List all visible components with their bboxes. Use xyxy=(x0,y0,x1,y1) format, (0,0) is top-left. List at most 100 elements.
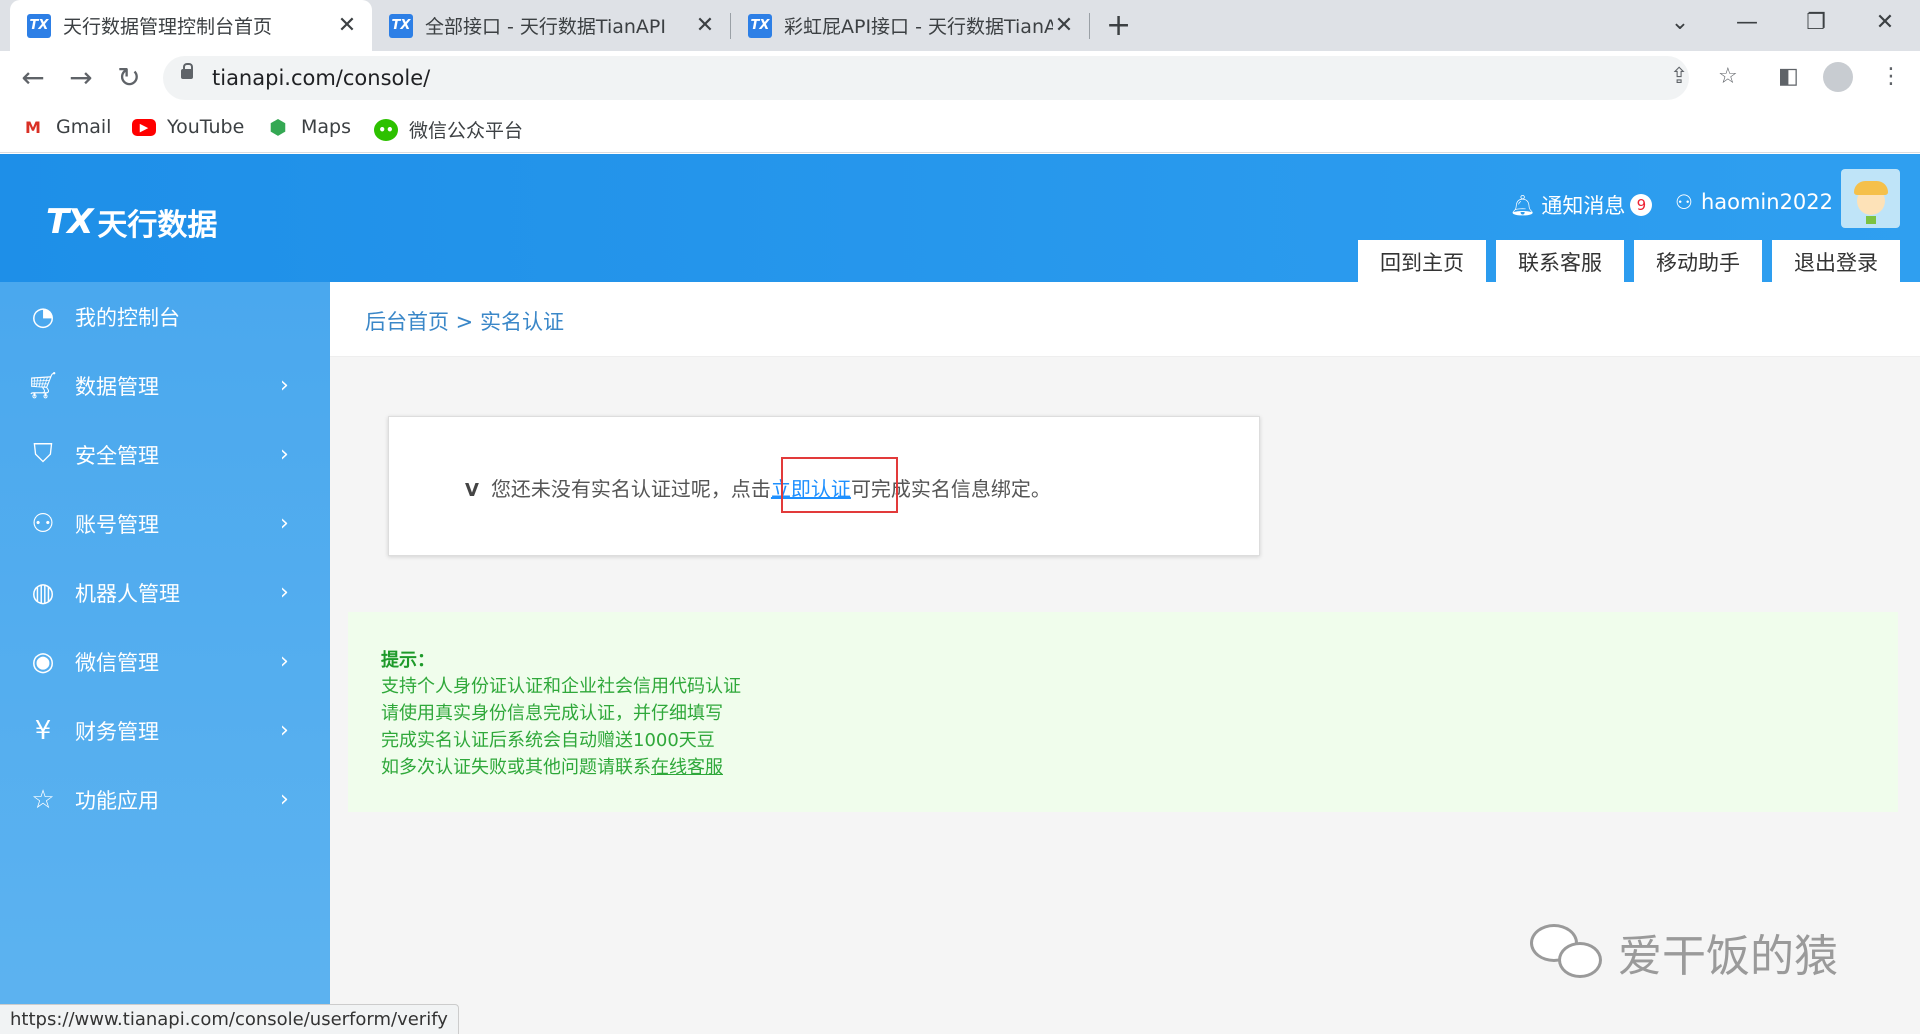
bookmark-gmail[interactable]: M Gmail xyxy=(21,116,111,138)
sidebar-item-label: 财务管理 xyxy=(75,719,159,744)
tianapi-favicon-icon: TX xyxy=(27,13,51,38)
omnibox[interactable]: tianapi.com/console/ xyxy=(163,56,1689,100)
close-window-icon[interactable]: ✕ xyxy=(1870,10,1900,35)
share-icon[interactable]: ⇪ xyxy=(1670,64,1688,89)
sidebar-item-label: 机器人管理 xyxy=(75,581,180,606)
chevron-right-icon: › xyxy=(280,787,289,812)
user-menu[interactable]: ⚇ haomin2022 xyxy=(1675,190,1833,214)
check-mark-icon: V xyxy=(465,480,479,501)
chevron-right-icon: › xyxy=(280,580,289,605)
earth-icon: ◉ xyxy=(31,646,55,677)
chevron-right-icon: › xyxy=(280,373,289,398)
lock-icon[interactable] xyxy=(181,63,193,83)
user-avatar[interactable] xyxy=(1841,169,1900,228)
contact-support-button[interactable]: 联系客服 xyxy=(1496,240,1624,284)
sidebar-item-label: 功能应用 xyxy=(75,788,159,813)
bookmark-label: Gmail xyxy=(56,116,112,138)
close-tab-icon[interactable]: ✕ xyxy=(1053,13,1075,38)
breadcrumb[interactable]: 后台首页 > 实名认证 xyxy=(365,306,564,336)
shield-icon: ⛉ xyxy=(33,439,53,469)
star-icon: ☆ xyxy=(31,784,55,815)
sidebar: ◔ 我的控制台 🛒︎ 数据管理 › ⛉ 安全管理 › ⚇ 账号管理 › ◍ 机器… xyxy=(0,282,330,1034)
sidebar-item-label: 微信管理 xyxy=(75,650,159,675)
menu-kebab-icon[interactable]: ⋮ xyxy=(1880,64,1902,89)
bookmark-maps[interactable]: ⬢ Maps xyxy=(266,115,351,139)
browser-tab-strip: TX 天行数据管理控制台首页 ✕ TX 全部接口 - 天行数据TianAPI ✕… xyxy=(0,0,1920,51)
notifications-label: 通知消息 xyxy=(1541,194,1626,218)
bookmark-label: Maps xyxy=(301,116,351,138)
tab-divider xyxy=(1089,13,1090,39)
sidebar-item-console[interactable]: ◔ 我的控制台 xyxy=(0,282,330,351)
tip-line-prefix: 如多次认证失败或其他问题请联系 xyxy=(381,757,651,778)
globe-icon: ◍ xyxy=(31,577,55,608)
sidebar-item-label: 账号管理 xyxy=(75,512,159,537)
chevron-right-icon: › xyxy=(280,718,289,743)
user-icon: ⚇ xyxy=(1675,190,1693,214)
bookmark-youtube[interactable]: ▶ YouTube xyxy=(132,116,244,138)
tip-line: 支持个人身份证认证和企业社会信用代码认证 xyxy=(381,676,741,697)
maps-icon: ⬢ xyxy=(269,115,287,139)
bookmark-star-icon[interactable]: ☆ xyxy=(1718,64,1738,89)
sidebar-item-security[interactable]: ⛉ 安全管理 › xyxy=(0,420,330,489)
sidebar-item-label: 我的控制台 xyxy=(75,305,180,330)
tab-console-home[interactable]: TX 天行数据管理控制台首页 ✕ xyxy=(10,0,372,51)
close-tab-icon[interactable]: ✕ xyxy=(694,13,716,38)
bell-icon: 🔔︎ xyxy=(1510,193,1536,217)
logo-mark: TX xyxy=(46,202,93,242)
chevron-right-icon: › xyxy=(280,442,289,467)
chevron-right-icon: › xyxy=(280,511,289,536)
logo-text: 天行数据 xyxy=(97,208,218,243)
bookmark-label: 微信公众平台 xyxy=(409,120,524,142)
url-text[interactable]: tianapi.com/console/ xyxy=(212,66,430,90)
tip-line: 如多次认证失败或其他问题请联系在线客服 xyxy=(381,753,723,779)
reload-icon[interactable]: ↻ xyxy=(112,61,146,94)
logout-button[interactable]: 退出登录 xyxy=(1772,240,1900,284)
forward-icon[interactable]: → xyxy=(64,61,98,94)
sidebar-item-account[interactable]: ⚇ 账号管理 › xyxy=(0,489,330,558)
online-support-link[interactable]: 在线客服 xyxy=(651,757,723,778)
tianapi-favicon-icon: TX xyxy=(748,13,772,38)
minimize-icon[interactable]: — xyxy=(1732,10,1762,35)
close-tab-icon[interactable]: ✕ xyxy=(336,13,358,38)
dashboard-icon: ◔ xyxy=(31,301,55,332)
tab-search-icon[interactable]: ⌄ xyxy=(1665,10,1695,35)
sidebar-item-robot[interactable]: ◍ 机器人管理 › xyxy=(0,558,330,627)
bookmark-label: YouTube xyxy=(167,116,245,138)
verification-notice: V 您还未没有实名认证过呢，点击立即认证可完成实名信息绑定。 xyxy=(465,473,1051,502)
restore-icon[interactable]: ❐ xyxy=(1801,10,1831,35)
username: haomin2022 xyxy=(1700,190,1834,214)
mobile-assistant-button[interactable]: 移动助手 xyxy=(1634,240,1762,284)
notification-count-badge: 9 xyxy=(1630,194,1653,216)
sidebar-item-wechat[interactable]: ◉ 微信管理 › xyxy=(0,627,330,696)
wechat-watermark-icon xyxy=(1530,924,1604,980)
tip-line: 完成实名认证后系统会自动赠送1000天豆 xyxy=(381,730,715,751)
yen-icon: ¥ xyxy=(34,715,52,746)
new-tab-button[interactable]: + xyxy=(1106,8,1131,43)
sidebar-item-apps[interactable]: ☆ 功能应用 › xyxy=(0,765,330,834)
highlight-box xyxy=(781,457,898,513)
tip-line: 请使用真实身份信息完成认证，并仔细填写 xyxy=(381,703,723,724)
home-button[interactable]: 回到主页 xyxy=(1358,240,1486,284)
tab-rainbow-api[interactable]: TX 彩虹屁API接口 - 天行数据TianAPI ✕ xyxy=(731,0,1089,51)
notifications-link[interactable]: 🔔︎ 通知消息 9 xyxy=(1510,190,1653,220)
bookmark-wechat[interactable]: •• 微信公众平台 xyxy=(374,116,523,143)
gmail-icon: M xyxy=(25,117,41,137)
sidebar-item-finance[interactable]: ¥ 财务管理 › xyxy=(0,696,330,765)
tab-title: 天行数据管理控制台首页 xyxy=(63,16,273,38)
bookmarks-bar: M Gmail ▶ YouTube ⬢ Maps •• 微信公众平台 xyxy=(0,105,1920,153)
cart-icon: 🛒︎ xyxy=(26,370,60,401)
side-panel-icon[interactable]: ◧ xyxy=(1778,64,1799,89)
sidebar-item-data[interactable]: 🛒︎ 数据管理 › xyxy=(0,351,330,420)
back-icon[interactable]: ← xyxy=(16,61,50,94)
sidebar-item-label: 安全管理 xyxy=(75,443,159,468)
watermark: 爱干饭的猿 xyxy=(1530,920,1838,984)
tips-panel: 提示： 支持个人身份证认证和企业社会信用代码认证 请使用真实身份信息完成认证，并… xyxy=(348,612,1898,812)
user-icon: ⚇ xyxy=(31,508,55,539)
breadcrumb-bar xyxy=(330,282,1920,357)
sidebar-item-label: 数据管理 xyxy=(75,374,159,399)
tab-all-apis[interactable]: TX 全部接口 - 天行数据TianAPI ✕ xyxy=(372,0,730,51)
site-logo[interactable]: TX 天行数据 xyxy=(46,200,217,244)
profile-avatar-icon[interactable] xyxy=(1823,62,1853,92)
notice-text-before: 您还未没有实名认证过呢，点击 xyxy=(490,477,771,501)
status-bar-url: https://www.tianapi.com/console/userform… xyxy=(0,1004,459,1034)
